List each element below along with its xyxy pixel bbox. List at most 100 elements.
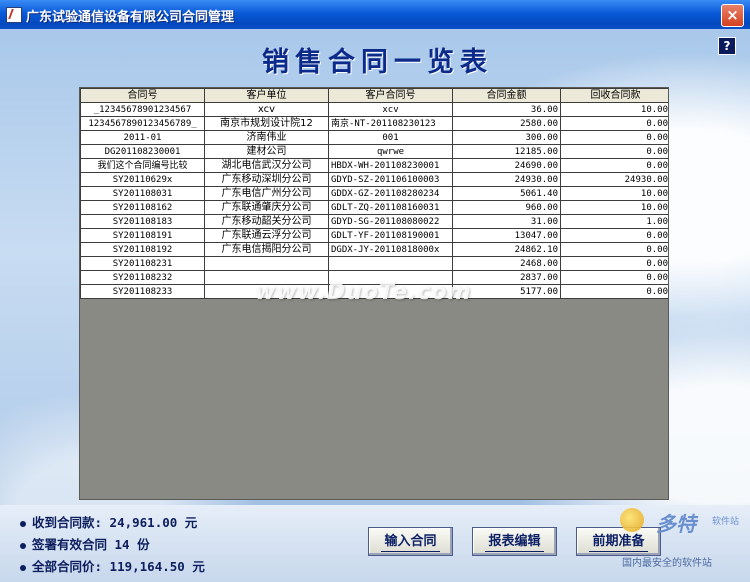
cell-customer-contract-no: GDYD-SZ-201106100003 <box>328 172 453 187</box>
column-header-contract-no[interactable]: 合同号 <box>80 88 205 103</box>
cell-customer: 广东电信揭阳分公司 <box>204 242 329 257</box>
cell-customer-contract-no: DGDX-JY-20110818000x <box>328 242 453 257</box>
logo-brand: 多特 <box>656 512 696 536</box>
app-window: 广东试验通信设备有限公司合同管理 × ? 销售合同一览表 合同号 客户单位 客户… <box>0 0 750 582</box>
bullet-icon <box>20 564 26 571</box>
site-logo: 多特 软件站 国内最安全的软件站 <box>616 502 746 580</box>
cell-customer-contract-no: HBDX-WH-201108230001 <box>328 158 453 173</box>
cell-amount: 2580.00 <box>452 116 561 131</box>
input-contract-label: 输入合同 <box>384 534 437 549</box>
cell-contract-no: 1234567890123456789_ <box>80 116 205 131</box>
report-edit-label: 报表编辑 <box>488 534 541 549</box>
cell-amount: 13047.00 <box>452 228 561 243</box>
cell-received: 0.00 <box>560 256 668 271</box>
cell-customer-contract-no: GDYD-SG-201108080022 <box>328 214 453 229</box>
cell-amount: 24930.00 <box>452 172 561 187</box>
cell-contract-no: SY201108031 <box>80 186 205 201</box>
cell-amount: 300.00 <box>452 130 561 145</box>
help-button[interactable]: ? <box>718 37 736 55</box>
cell-customer: 广东联通肇庆分公司 <box>204 200 329 215</box>
cell-contract-no: SY201108191 <box>80 228 205 243</box>
table-row[interactable]: SY201108031 广东电信广州分公司 GDDX-GZ-201108280234… <box>80 186 668 201</box>
cell-customer: 广东移动深圳分公司 <box>204 172 329 187</box>
table-row[interactable]: DG201108230001 建材公司 qwrwe 12185.00 0.00 <box>80 144 668 159</box>
cell-customer-contract-no: GDDX-GZ-201108280234 <box>328 186 453 201</box>
summary-valid: 签署有效合同 14 份 <box>20 534 205 556</box>
cell-customer-contract-no <box>328 256 453 271</box>
cell-received: 0.00 <box>560 116 668 131</box>
cell-contract-no: SY20110629x <box>80 172 205 187</box>
table-row[interactable]: SY201108162 广东联通肇庆分公司 GDLT-ZQ-201108160031… <box>80 200 668 215</box>
logo-icon <box>620 508 644 532</box>
summary-total: 全部合同价: 119,164.50 元 <box>20 556 205 578</box>
cell-customer: 湖北电信武汉分公司 <box>204 158 329 173</box>
cell-customer-contract-no: 南京-NT-201108230123 <box>328 116 453 131</box>
cell-customer: 南京市规划设计院12 <box>204 116 329 131</box>
cell-customer-contract-no: qwrwe <box>328 144 453 159</box>
cell-amount: 12185.00 <box>452 144 561 159</box>
title-bar: 广东试验通信设备有限公司合同管理 × <box>0 0 750 30</box>
bullet-icon <box>20 520 26 527</box>
cell-customer: 济南伟业 <box>204 130 329 145</box>
cell-contract-no: SY201108233 <box>80 284 205 299</box>
table-row[interactable]: SY201108192 广东电信揭阳分公司 DGDX-JY-20110818000x… <box>80 242 668 257</box>
cell-contract-no: SY201108231 <box>80 256 205 271</box>
cell-customer: 广东移动韶关分公司 <box>204 214 329 229</box>
cell-customer-contract-no: GDLT-YF-201108190001 <box>328 228 453 243</box>
table-row[interactable]: SY201108183 广东移动韶关分公司 GDYD-SG-201108080022… <box>80 214 668 229</box>
cell-amount: 24690.00 <box>452 158 561 173</box>
cell-received: 10.00 <box>560 186 668 201</box>
logo-sub: 软件站 <box>712 517 740 527</box>
contract-table: 合同号 客户单位 客户合同号 合同金额 回收合同款 _1234567890123… <box>80 88 668 299</box>
summary-received-text: 收到合同款: 24,961.00 元 <box>32 515 198 530</box>
cell-received: 0.00 <box>560 158 668 173</box>
table-row[interactable]: SY20110629x 广东移动深圳分公司 GDYD-SZ-201106100003… <box>80 172 668 187</box>
window-title: 广东试验通信设备有限公司合同管理 <box>26 10 235 25</box>
cell-amount: 36.00 <box>452 102 561 117</box>
column-header-customer-contract-no[interactable]: 客户合同号 <box>328 88 453 103</box>
cell-customer-contract-no: xcv <box>328 102 453 117</box>
table-row[interactable]: SY201108191 广东联通云浮分公司 GDLT-YF-201108190001… <box>80 228 668 243</box>
cell-contract-no: _12345678901234567 <box>80 102 205 117</box>
cell-contract-no: 我们这个合同编号比较 <box>80 158 205 173</box>
button-underline <box>381 551 440 552</box>
cell-contract-no: 2011-01 <box>80 130 205 145</box>
summary-received: 收到合同款: 24,961.00 元 <box>20 512 205 534</box>
close-button[interactable]: × <box>721 4 744 27</box>
summary-panel: 收到合同款: 24,961.00 元 签署有效合同 14 份 全部合同价: 11… <box>20 512 205 578</box>
summary-valid-text: 签署有效合同 14 份 <box>32 537 150 552</box>
cell-received: 0.00 <box>560 144 668 159</box>
table-row[interactable]: SY201108231 2468.00 0.00 <box>80 256 668 271</box>
cell-customer: xcv <box>204 102 329 117</box>
summary-total-text: 全部合同价: 119,164.50 元 <box>32 559 205 574</box>
bullet-icon <box>20 542 26 549</box>
cell-contract-no: DG201108230001 <box>80 144 205 159</box>
cell-customer: 广东联通云浮分公司 <box>204 228 329 243</box>
table-row[interactable]: _12345678901234567 xcv xcv 36.00 10.00 <box>80 102 668 117</box>
cell-received: 10.00 <box>560 102 668 117</box>
column-header-customer[interactable]: 客户单位 <box>204 88 329 103</box>
cell-received: 1.00 <box>560 214 668 229</box>
cell-received: 0.00 <box>560 270 668 285</box>
input-contract-button[interactable]: 输入合同 <box>368 527 453 556</box>
report-edit-button[interactable]: 报表编辑 <box>472 527 557 556</box>
cell-amount: 24862.10 <box>452 242 561 257</box>
cell-customer: 广东电信广州分公司 <box>204 186 329 201</box>
column-header-received[interactable]: 回收合同款 <box>560 88 668 103</box>
table-row[interactable]: 2011-01 济南伟业 001 300.00 0.00 <box>80 130 668 145</box>
cell-received: 0.00 <box>560 242 668 257</box>
table-row[interactable]: 1234567890123456789_ 南京市规划设计院12 南京-NT-2011… <box>80 116 668 131</box>
cell-received: 10.00 <box>560 200 668 215</box>
cell-amount: 31.00 <box>452 214 561 229</box>
cell-received: 24930.00 <box>560 172 668 187</box>
page-title: 销售合同一览表 <box>262 47 493 78</box>
cell-contract-no: SY201108162 <box>80 200 205 215</box>
cell-contract-no: SY201108183 <box>80 214 205 229</box>
table-row[interactable]: 我们这个合同编号比较 湖北电信武汉分公司 HBDX-WH-201108230001 2… <box>80 158 668 173</box>
cell-customer: 建材公司 <box>204 144 329 159</box>
cell-customer-contract-no: GDLT-ZQ-201108160031 <box>328 200 453 215</box>
column-header-amount[interactable]: 合同金额 <box>452 88 561 103</box>
cell-amount: 5061.40 <box>452 186 561 201</box>
logo-tagline: 国内最安全的软件站 <box>622 558 712 569</box>
cell-customer <box>204 256 329 271</box>
